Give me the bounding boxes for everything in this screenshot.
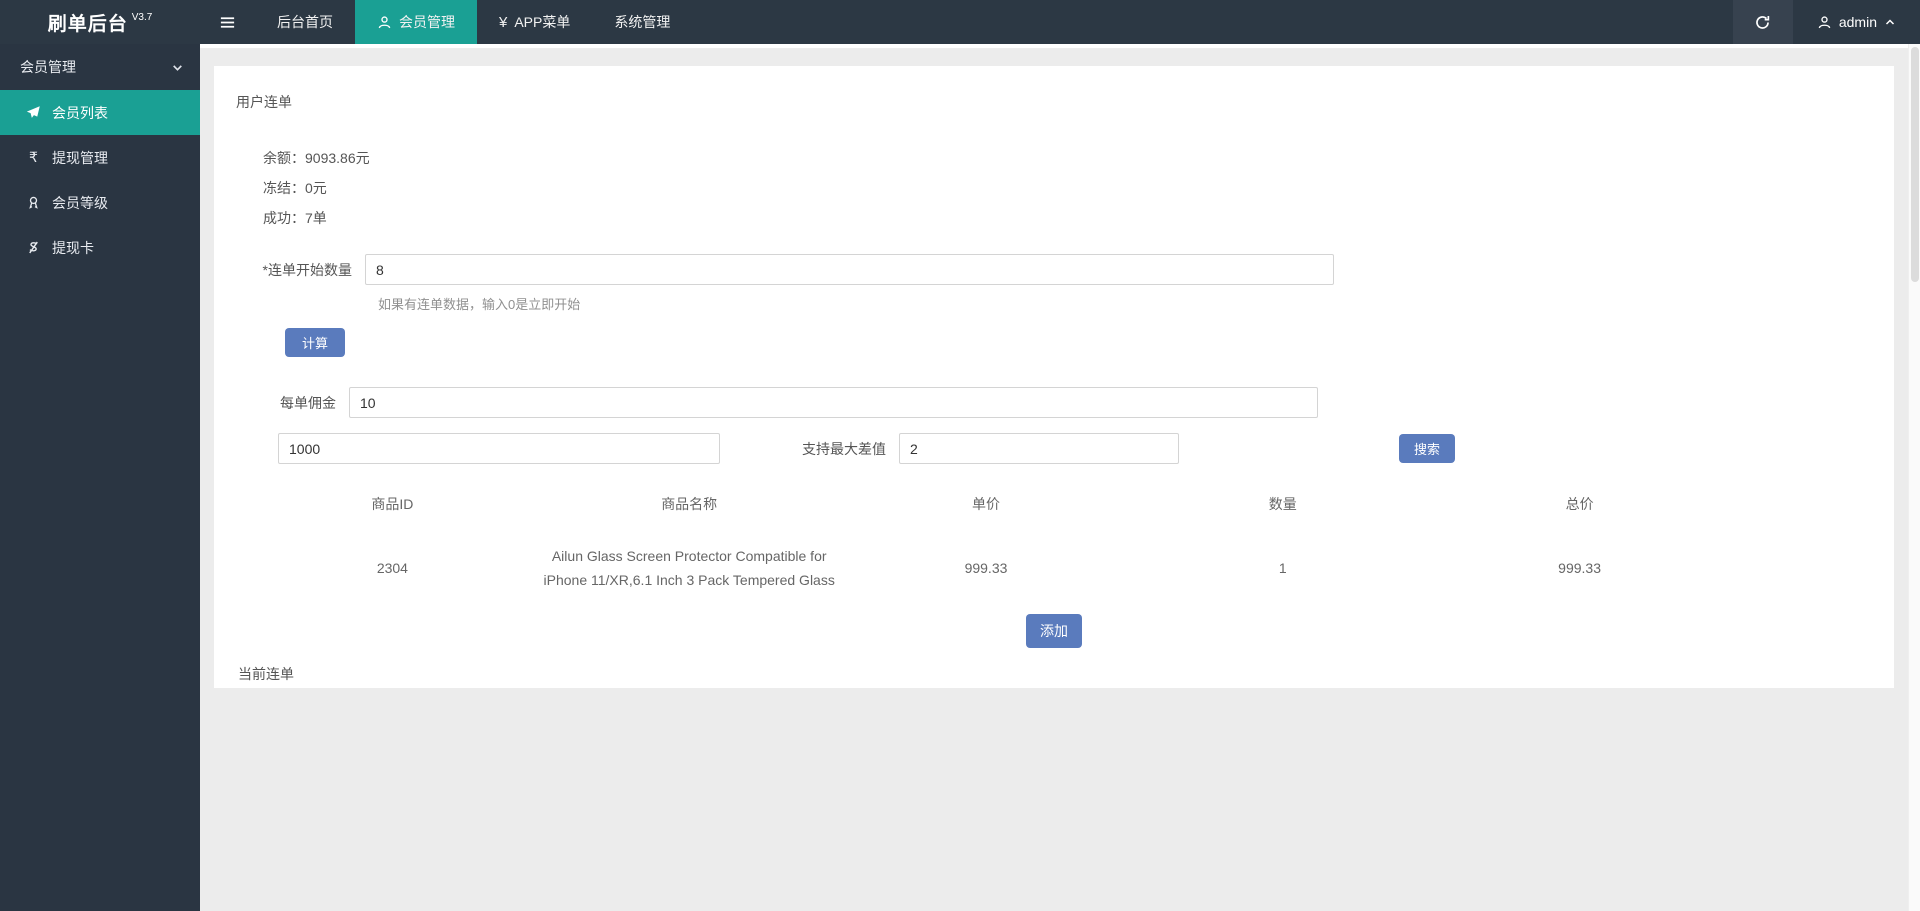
paper-plane-icon	[26, 106, 40, 118]
sidebar-item-label: 提现卡	[52, 239, 94, 256]
username: admin	[1838, 14, 1877, 30]
sidebar-item-member-list[interactable]: 会员列表	[0, 90, 200, 135]
product-search-row: 支持最大差值 搜索	[214, 433, 1894, 464]
current-chain-table: 商品ID 商品名称 单价 数量 总价 佣金比例 操作	[244, 686, 1728, 688]
column-header: 数量	[1268, 496, 1297, 512]
sidebar: 会员管理 会员列表 ₹ 提现管理 会员等级 提现卡	[0, 44, 200, 911]
user-menu[interactable]: admin	[1793, 0, 1920, 44]
tab-app-menu-label: APP菜单	[514, 14, 571, 30]
column-header: 总价	[1565, 496, 1594, 512]
table-header-row: 商品ID 商品名称 单价 数量 总价 佣金比例 操作	[244, 686, 1728, 688]
product-id-cell: 2304	[376, 560, 408, 576]
success-value: 7单	[305, 210, 327, 226]
balance-stat: 余额：9093.86元	[263, 148, 1894, 168]
tab-member-management[interactable]: 会员管理	[355, 0, 477, 44]
page-scrollbar[interactable]	[1908, 44, 1920, 911]
max-diff-label: 支持最大差值	[802, 440, 886, 457]
column-header: 商品名称	[661, 496, 718, 512]
topbar-right: admin	[1732, 0, 1920, 44]
product-qty-cell: 1	[1278, 560, 1287, 576]
main-content: 用户连单 余额：9093.86元 冻结：0元 成功：7单 *连单开始数量 如果有…	[200, 49, 1920, 688]
tab-system-management[interactable]: 系统管理	[592, 0, 692, 44]
tab-member-management-label: 会员管理	[399, 14, 455, 30]
sidebar-group-label: 会员管理	[20, 59, 76, 75]
hamburger-icon	[220, 16, 235, 28]
top-nav-tabs: 后台首页 会员管理 ¥ APP菜单 系统管理	[255, 0, 692, 44]
user-chain-order-panel: 用户连单 余额：9093.86元 冻结：0元 成功：7单 *连单开始数量 如果有…	[214, 66, 1894, 688]
success-label: 成功：	[263, 210, 305, 226]
search-button[interactable]: 搜索	[1399, 434, 1456, 463]
user-icon	[1818, 15, 1831, 28]
sidebar-item-member-level[interactable]: 会员等级	[0, 180, 200, 225]
dollar-slash-icon	[29, 241, 38, 254]
sidebar-item-label: 提现管理	[52, 149, 108, 166]
success-stat: 成功：7单	[263, 208, 1894, 228]
medal-icon	[29, 196, 38, 209]
commission-input[interactable]	[349, 387, 1318, 418]
sidebar-item-label: 会员等级	[52, 194, 108, 211]
product-price-cell: 999.33	[964, 560, 1008, 576]
current-chain-title: 当前连单	[238, 666, 294, 682]
account-stats: 余额：9093.86元 冻结：0元 成功：7单	[263, 148, 1894, 228]
app-version: V3.7	[131, 11, 153, 23]
caret-up-icon	[1885, 19, 1895, 25]
frozen-label: 冻结：	[263, 180, 305, 196]
rupee-icon: ₹	[29, 149, 38, 165]
app-title: 刷单后台	[47, 13, 128, 35]
sidebar-group-member-management[interactable]: 会员管理	[0, 44, 200, 90]
product-total-cell: 999.33	[1558, 560, 1601, 576]
balance-value: 9093.86元	[305, 150, 370, 166]
commission-label: 每单佣金	[280, 394, 336, 411]
app-logo[interactable]: 刷单后台 V3.7	[0, 0, 200, 44]
product-search-table: 商品ID 商品名称 单价 数量 总价 2304 Ailun Glass Scre…	[244, 476, 1728, 592]
max-diff-input[interactable]	[899, 433, 1179, 464]
start-quantity-row: *连单开始数量	[214, 254, 1894, 285]
column-header: 商品ID	[244, 686, 456, 688]
sidebar-item-withdraw-card[interactable]: 提现卡	[0, 225, 200, 270]
start-quantity-label: *连单开始数量	[262, 261, 352, 278]
scrollbar-thumb[interactable]	[1910, 47, 1919, 282]
product-name-cell: Ailun Glass Screen Protector Compatible …	[543, 548, 835, 588]
sidebar-item-label: 会员列表	[52, 104, 108, 121]
add-button[interactable]: 添加	[1026, 614, 1082, 648]
commission-row: 每单佣金	[214, 387, 1894, 418]
start-quantity-hint: 如果有连单数据，输入0是立即开始	[378, 297, 581, 312]
tab-dashboard[interactable]: 后台首页	[255, 0, 355, 44]
price-input[interactable]	[278, 433, 720, 464]
frozen-value: 0元	[305, 180, 327, 196]
start-quantity-input[interactable]	[365, 254, 1334, 285]
column-header: 佣金比例	[1304, 686, 1516, 688]
top-navbar: 刷单后台 V3.7 后台首页 会员管理 ¥ APP菜单 系统管理 admin	[0, 0, 1920, 44]
tab-app-menu[interactable]: ¥ APP菜单	[477, 0, 592, 44]
chevron-down-icon	[173, 64, 182, 71]
panel-title: 用户连单	[236, 94, 292, 110]
tab-system-management-label: 系统管理	[614, 14, 671, 30]
tab-dashboard-label: 后台首页	[277, 14, 333, 30]
balance-label: 余额：	[263, 150, 305, 166]
column-header: 商品名称	[456, 686, 668, 688]
column-header: 数量	[880, 686, 1092, 688]
user-icon	[378, 15, 391, 28]
sidebar-toggle-button[interactable]	[200, 0, 255, 44]
sidebar-item-withdraw-management[interactable]: ₹ 提现管理	[0, 135, 200, 180]
table-header-row: 商品ID 商品名称 单价 数量 总价	[244, 476, 1728, 526]
column-header: 操作	[1516, 686, 1728, 688]
column-header: 单价	[668, 686, 880, 688]
column-header: 总价	[1092, 686, 1304, 688]
column-header: 商品ID	[371, 496, 414, 512]
table-row: 2304 Ailun Glass Screen Protector Compat…	[244, 526, 1728, 592]
yen-icon: ¥	[499, 13, 508, 31]
frozen-stat: 冻结：0元	[263, 178, 1894, 198]
refresh-icon	[1756, 15, 1770, 29]
column-header: 单价	[971, 496, 1000, 512]
calculate-button[interactable]: 计算	[285, 328, 346, 357]
refresh-button[interactable]	[1732, 0, 1793, 44]
